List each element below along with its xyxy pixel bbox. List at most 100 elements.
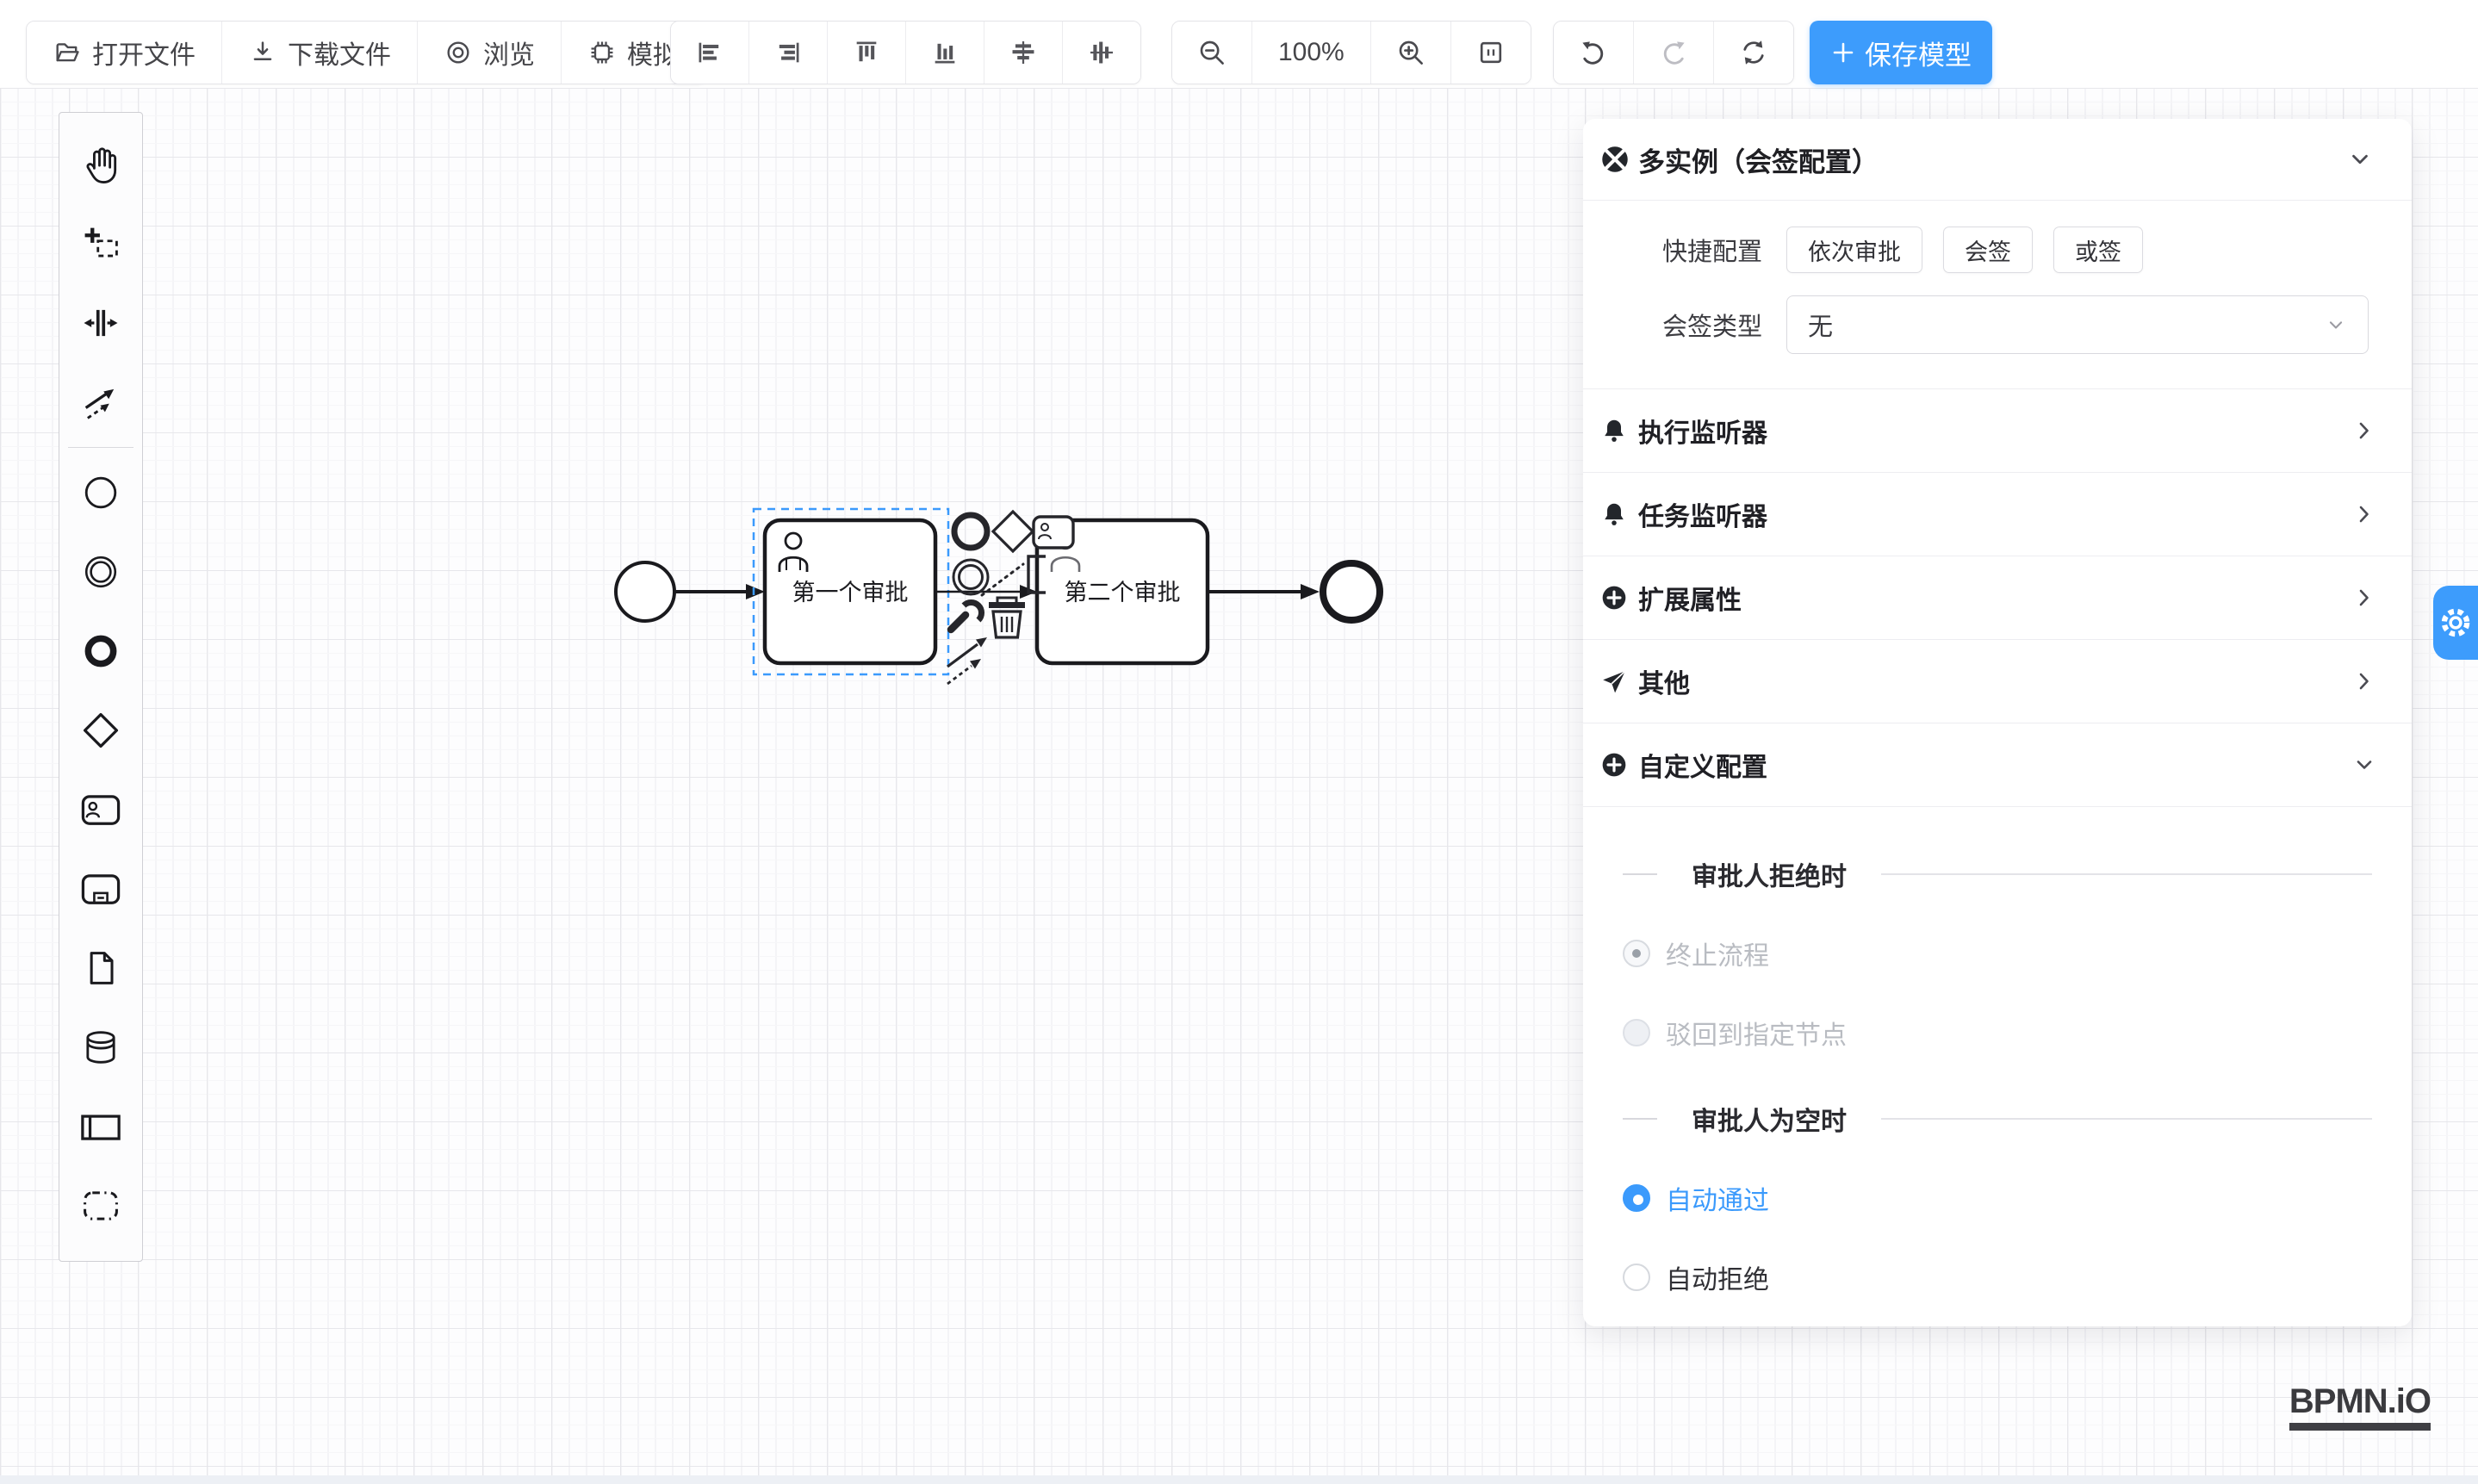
bell-icon — [1600, 500, 1628, 528]
undo-button[interactable] — [1554, 22, 1634, 84]
palette-separator — [68, 447, 134, 448]
bottom-scrollbar-strip[interactable] — [0, 1475, 2478, 1484]
end-event-icon — [78, 629, 123, 674]
browse-eye-icon — [444, 38, 473, 67]
browse-label: 浏览 — [483, 34, 535, 71]
create-participant[interactable] — [59, 1087, 143, 1166]
send-icon — [1600, 667, 1628, 695]
chevron-down-icon[interactable] — [2346, 146, 2374, 173]
radio-return-to-node[interactable]: 驳回到指定节点 — [1583, 1014, 2412, 1052]
start-event-icon — [78, 470, 123, 515]
open-file-button[interactable]: 打开文件 — [27, 22, 222, 84]
fit-viewport-icon — [1475, 37, 1506, 68]
radio-button[interactable] — [1623, 1019, 1650, 1046]
section-extended-properties[interactable]: 扩展属性 — [1583, 556, 2412, 639]
download-file-button[interactable]: 下载文件 — [222, 22, 418, 84]
radio-label: 自动通过 — [1666, 1179, 1769, 1217]
fit-viewport-button[interactable] — [1451, 22, 1531, 84]
align-left-button[interactable] — [671, 22, 749, 84]
refresh-icon — [1738, 37, 1769, 68]
radio-auto-reject[interactable]: 自动拒绝 — [1583, 1258, 2412, 1296]
undo-icon — [1578, 37, 1609, 68]
quick-config-label: 快捷配置 — [1662, 232, 1764, 268]
reset-button[interactable] — [1714, 22, 1793, 84]
create-gateway[interactable] — [59, 691, 143, 770]
radio-label: 驳回到指定节点 — [1666, 1014, 1847, 1052]
chevron-down-icon — [2351, 752, 2377, 778]
create-subprocess[interactable] — [59, 849, 143, 928]
align-center-button[interactable] — [984, 22, 1063, 84]
radio-button[interactable] — [1623, 1264, 1650, 1291]
radio-label: 终止流程 — [1666, 934, 1769, 972]
multi-instance-icon — [1600, 145, 1630, 174]
logo-underline — [2289, 1423, 2431, 1431]
align-top-button[interactable] — [828, 22, 906, 84]
chevron-right-icon — [2351, 668, 2377, 694]
data-store-icon — [78, 1025, 123, 1070]
zoom-in-button[interactable] — [1371, 22, 1451, 84]
download-icon — [248, 38, 277, 67]
chevron-down-icon — [2325, 314, 2347, 336]
global-connect-tool[interactable] — [59, 363, 143, 442]
radio-label: 自动拒绝 — [1666, 1258, 1769, 1296]
divider — [1623, 1118, 1657, 1120]
bell-icon — [1600, 417, 1628, 444]
section-label: 任务监听器 — [1638, 495, 2351, 533]
file-button-group: 打开文件 下载文件 浏览 — [26, 21, 705, 84]
zoom-out-button[interactable] — [1172, 22, 1252, 84]
space-tool[interactable] — [59, 283, 143, 363]
align-right-icon — [773, 38, 803, 67]
section-execution-listener[interactable]: 执行监听器 — [1583, 389, 2412, 472]
section-custom-config[interactable]: 自定义配置 — [1583, 723, 2412, 806]
divider — [1881, 873, 2372, 875]
align-middle-button[interactable] — [1063, 22, 1140, 84]
chevron-right-icon — [2351, 418, 2377, 444]
space-tool-icon — [78, 301, 123, 345]
zoom-level-display[interactable]: 100% — [1252, 22, 1371, 84]
reject-group-title: 审批人拒绝时 — [1583, 855, 2412, 893]
create-intermediate-event[interactable] — [59, 532, 143, 612]
radio-button[interactable] — [1623, 1184, 1650, 1212]
hand-tool[interactable] — [59, 125, 143, 204]
group-icon — [78, 1183, 123, 1228]
create-data-object[interactable] — [59, 928, 143, 1008]
redo-icon — [1658, 37, 1689, 68]
zoom-button-group: 100% — [1171, 21, 1531, 84]
align-middle-icon — [1087, 38, 1116, 67]
sign-type-label: 会签类型 — [1662, 307, 1764, 343]
redo-button[interactable] — [1634, 22, 1714, 84]
create-group[interactable] — [59, 1166, 143, 1245]
create-user-task[interactable] — [59, 770, 143, 849]
sign-type-select[interactable]: 无 — [1786, 295, 2369, 354]
divider — [1583, 806, 2412, 807]
align-button-group — [670, 21, 1141, 84]
settings-tab[interactable] — [2433, 586, 2478, 660]
save-model-label: 保存模型 — [1865, 34, 1972, 72]
section-label: 执行监听器 — [1638, 412, 2351, 450]
hand-icon — [78, 142, 123, 187]
divider — [1623, 873, 1657, 875]
radio-terminate-process[interactable]: 终止流程 — [1583, 934, 2412, 972]
align-bottom-button[interactable] — [906, 22, 984, 84]
create-data-store[interactable] — [59, 1008, 143, 1087]
quick-option-countersign[interactable]: 会签 — [1943, 227, 2033, 273]
history-button-group — [1553, 21, 1794, 84]
align-right-button[interactable] — [749, 22, 828, 84]
quick-option-sequential[interactable]: 依次审批 — [1786, 227, 1922, 273]
participant-icon — [78, 1104, 123, 1149]
quick-option-orsign[interactable]: 或签 — [2053, 227, 2143, 273]
radio-button[interactable] — [1623, 940, 1650, 967]
create-end-event[interactable] — [59, 612, 143, 691]
section-task-listener[interactable]: 任务监听器 — [1583, 473, 2412, 556]
section-label: 自定义配置 — [1638, 746, 2351, 784]
section-other[interactable]: 其他 — [1583, 640, 2412, 723]
save-model-button[interactable]: 保存模型 — [1810, 21, 1992, 84]
lasso-tool[interactable] — [59, 204, 143, 283]
radio-auto-pass[interactable]: 自动通过 — [1583, 1179, 2412, 1217]
intermediate-event-icon — [78, 550, 123, 594]
plus-icon — [1830, 40, 1856, 65]
zoom-in-icon — [1395, 37, 1426, 68]
create-start-event[interactable] — [59, 453, 143, 532]
browse-button[interactable]: 浏览 — [418, 22, 562, 84]
panel-header[interactable]: 多实例（会签配置） — [1583, 119, 2412, 200]
